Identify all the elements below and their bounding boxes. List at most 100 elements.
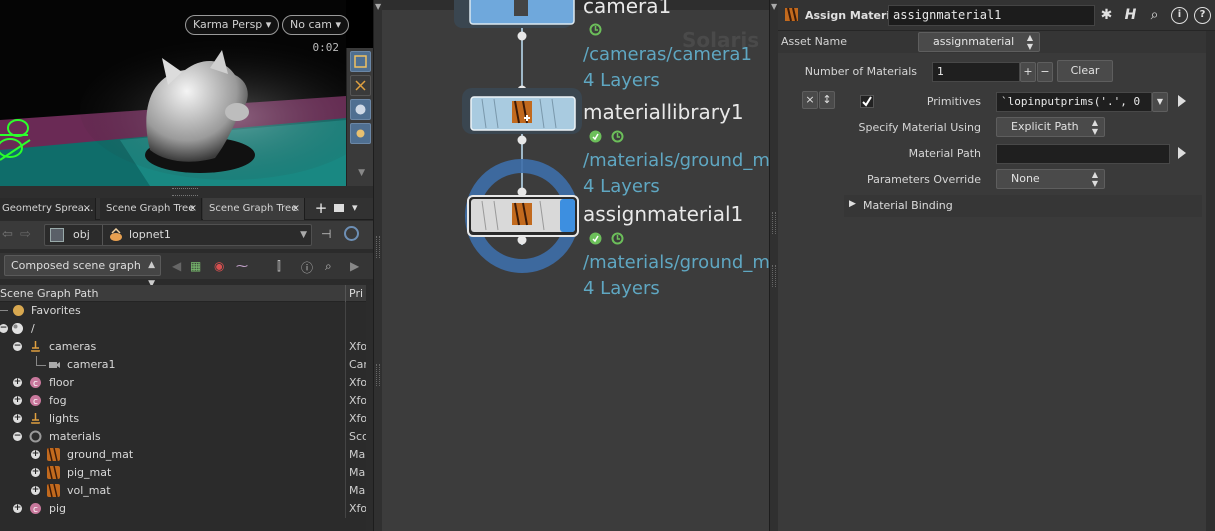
column-divider[interactable]	[345, 285, 346, 302]
select-prims-arrow-icon[interactable]	[1178, 95, 1186, 107]
output-connector[interactable]	[517, 235, 527, 245]
tree-row-pig-mat[interactable]: + pig_mat Ma	[0, 464, 366, 482]
expand-icon[interactable]: +	[13, 378, 22, 387]
tree-row-ground-mat[interactable]: + ground_mat Ma	[0, 446, 366, 464]
nav-forward-icon[interactable]: ▶	[350, 259, 359, 273]
output-connector[interactable]	[517, 31, 527, 41]
material-path-field[interactable]	[996, 144, 1170, 164]
close-icon[interactable]: ×	[292, 198, 300, 220]
specify-material-select[interactable]: Explicit Path ▲ ▼	[996, 117, 1105, 137]
visibility-filter-icon[interactable]: ⁓	[236, 259, 248, 273]
expand-triangle-icon[interactable]: ▶	[849, 199, 856, 209]
path-level-obj[interactable]: obj	[73, 228, 90, 241]
camera-menu[interactable]: Karma Persp ▾	[185, 15, 280, 35]
num-materials-field[interactable]: 1	[932, 62, 1020, 82]
search-icon[interactable]: ⌕	[1146, 7, 1163, 24]
collapse-icon[interactable]: −	[0, 324, 8, 333]
collapse-arrow-icon[interactable]: ▼	[771, 2, 777, 11]
vertical-splitter-right[interactable]: ▼	[769, 0, 778, 531]
expand-icon[interactable]: +	[13, 504, 22, 513]
clear-button[interactable]: Clear	[1057, 60, 1113, 82]
node-camera1[interactable]	[454, 0, 575, 28]
tree-row-materials[interactable]: − materials Sco	[0, 428, 366, 446]
remove-material-button[interactable]: −	[1037, 62, 1053, 82]
tree-row-root[interactable]: − /	[0, 320, 366, 338]
collection-icon[interactable]: ▦	[190, 259, 201, 273]
column-header-path[interactable]: Scene Graph Path	[0, 287, 98, 300]
snap-tool-icon[interactable]	[350, 75, 371, 96]
chevron-down-icon[interactable]: ▼	[300, 230, 307, 240]
output-connector[interactable]	[517, 135, 527, 145]
expand-icon[interactable]: +	[31, 450, 40, 459]
search-icon[interactable]: ⌕	[325, 259, 332, 274]
tree-row-floor[interactable]: + c floor Xfo	[0, 374, 366, 392]
path-breadcrumb[interactable]: obj lopnet1 ▼	[44, 224, 312, 246]
collapse-arrow-icon[interactable]: ▼	[375, 2, 381, 11]
tab-scene-graph-tree-2[interactable]: Scene Graph Tree ×	[203, 198, 305, 220]
tree-row-vol-mat[interactable]: + vol_mat Ma	[0, 482, 366, 500]
splitter-grip[interactable]	[376, 364, 380, 386]
select-material-arrow-icon[interactable]	[1178, 147, 1186, 159]
render-region-icon[interactable]	[350, 51, 371, 72]
primitives-menu-button[interactable]: ▼	[1152, 92, 1168, 112]
tree-row-lights[interactable]: + lights Xfo	[0, 410, 366, 428]
info-icon[interactable]: i	[1171, 7, 1188, 24]
node-label-camera1[interactable]: camera1	[583, 0, 671, 18]
light-tool-icon[interactable]	[350, 123, 371, 144]
columns-icon[interactable]: ⫿	[277, 259, 281, 274]
add-tab-icon[interactable]: +	[314, 200, 328, 216]
display-flag-icon[interactable]	[611, 130, 624, 143]
expand-icon[interactable]: +	[13, 396, 22, 405]
node-assignmaterial1[interactable]	[467, 195, 579, 237]
no-cam-menu[interactable]: No cam ▾	[282, 15, 349, 35]
pane-splitter[interactable]	[0, 186, 373, 198]
tree-row-cameras[interactable]: − cameras Xfo	[0, 338, 366, 356]
splitter-grip[interactable]	[772, 212, 776, 234]
node-name-field[interactable]: assignmaterial1	[888, 5, 1095, 26]
link-status-icon[interactable]	[344, 226, 359, 241]
tab-geometry-spreadsheet[interactable]: Geometry Sprea... ×	[0, 198, 96, 220]
tab-scene-graph-tree-1[interactable]: Scene Graph Tree ×	[100, 198, 202, 220]
gear-icon[interactable]: ✱	[1098, 7, 1115, 24]
material-filter-icon[interactable]: ◉	[214, 259, 224, 273]
tree-row-pig[interactable]: + c pig Xfo	[0, 500, 366, 518]
scene-viewport[interactable]: Karma Persp ▾ No cam ▾ 0:02 ▼	[0, 0, 373, 186]
path-level-lopnet[interactable]: lopnet1	[129, 228, 171, 241]
parameter-scrollbar[interactable]	[1206, 31, 1215, 531]
forward-arrow-icon[interactable]: ⇨	[20, 227, 31, 242]
expand-icon[interactable]: +	[13, 414, 22, 423]
expand-icon[interactable]: +	[31, 468, 40, 477]
material-binding-folder[interactable]: ▶ Material Binding	[844, 195, 1202, 217]
params-override-select[interactable]: None ▲ ▼	[996, 169, 1105, 189]
collapse-icon[interactable]: −	[13, 432, 22, 441]
tree-row-favorites[interactable]: Favorites	[0, 302, 366, 320]
bypass-flag-icon[interactable]	[589, 130, 602, 143]
maximize-pane-icon[interactable]	[334, 204, 344, 212]
back-arrow-icon[interactable]: ⇦	[2, 227, 13, 242]
pane-menu-icon[interactable]: ▾	[352, 201, 358, 214]
network-editor[interactable]: Solaris camera1 /cameras/camera1 4 Layer…	[382, 0, 769, 531]
node-label-materiallibrary1[interactable]: materiallibrary1	[583, 100, 744, 124]
tree-scrollbar[interactable]	[366, 285, 373, 531]
node-label-assignmaterial1[interactable]: assignmaterial1	[583, 202, 743, 226]
primitives-field[interactable]: `lopinputprims('.', 0	[996, 92, 1152, 112]
tree-row-camera1[interactable]: camera1 Car	[0, 356, 366, 374]
asset-name-select[interactable]: assignmaterial ▲ ▼	[918, 32, 1040, 52]
column-header-primtype[interactable]: Pri	[349, 287, 363, 300]
info-icon[interactable]: ⓘ	[301, 259, 313, 276]
collapse-icon[interactable]: −	[13, 342, 22, 351]
node-materiallibrary1[interactable]	[462, 88, 582, 134]
help-h-icon[interactable]: H	[1122, 7, 1139, 24]
scene-graph-mode-select[interactable]: Composed scene graph ▲ ▼	[4, 255, 161, 289]
close-icon[interactable]: ×	[83, 198, 91, 220]
display-flag-icon[interactable]	[611, 232, 624, 245]
nav-back-icon[interactable]: ◀	[172, 259, 181, 273]
tree-row-fog[interactable]: + c fog Xfo	[0, 392, 366, 410]
bypass-flag-icon[interactable]	[589, 232, 602, 245]
viewport-scroll-down-icon[interactable]: ▼	[358, 168, 365, 178]
splitter-grip[interactable]	[172, 188, 198, 196]
display-flag-icon[interactable]	[589, 23, 602, 36]
pin-icon[interactable]: ⊣	[321, 227, 331, 241]
add-material-button[interactable]: +	[1020, 62, 1036, 82]
splitter-grip[interactable]	[376, 236, 380, 258]
